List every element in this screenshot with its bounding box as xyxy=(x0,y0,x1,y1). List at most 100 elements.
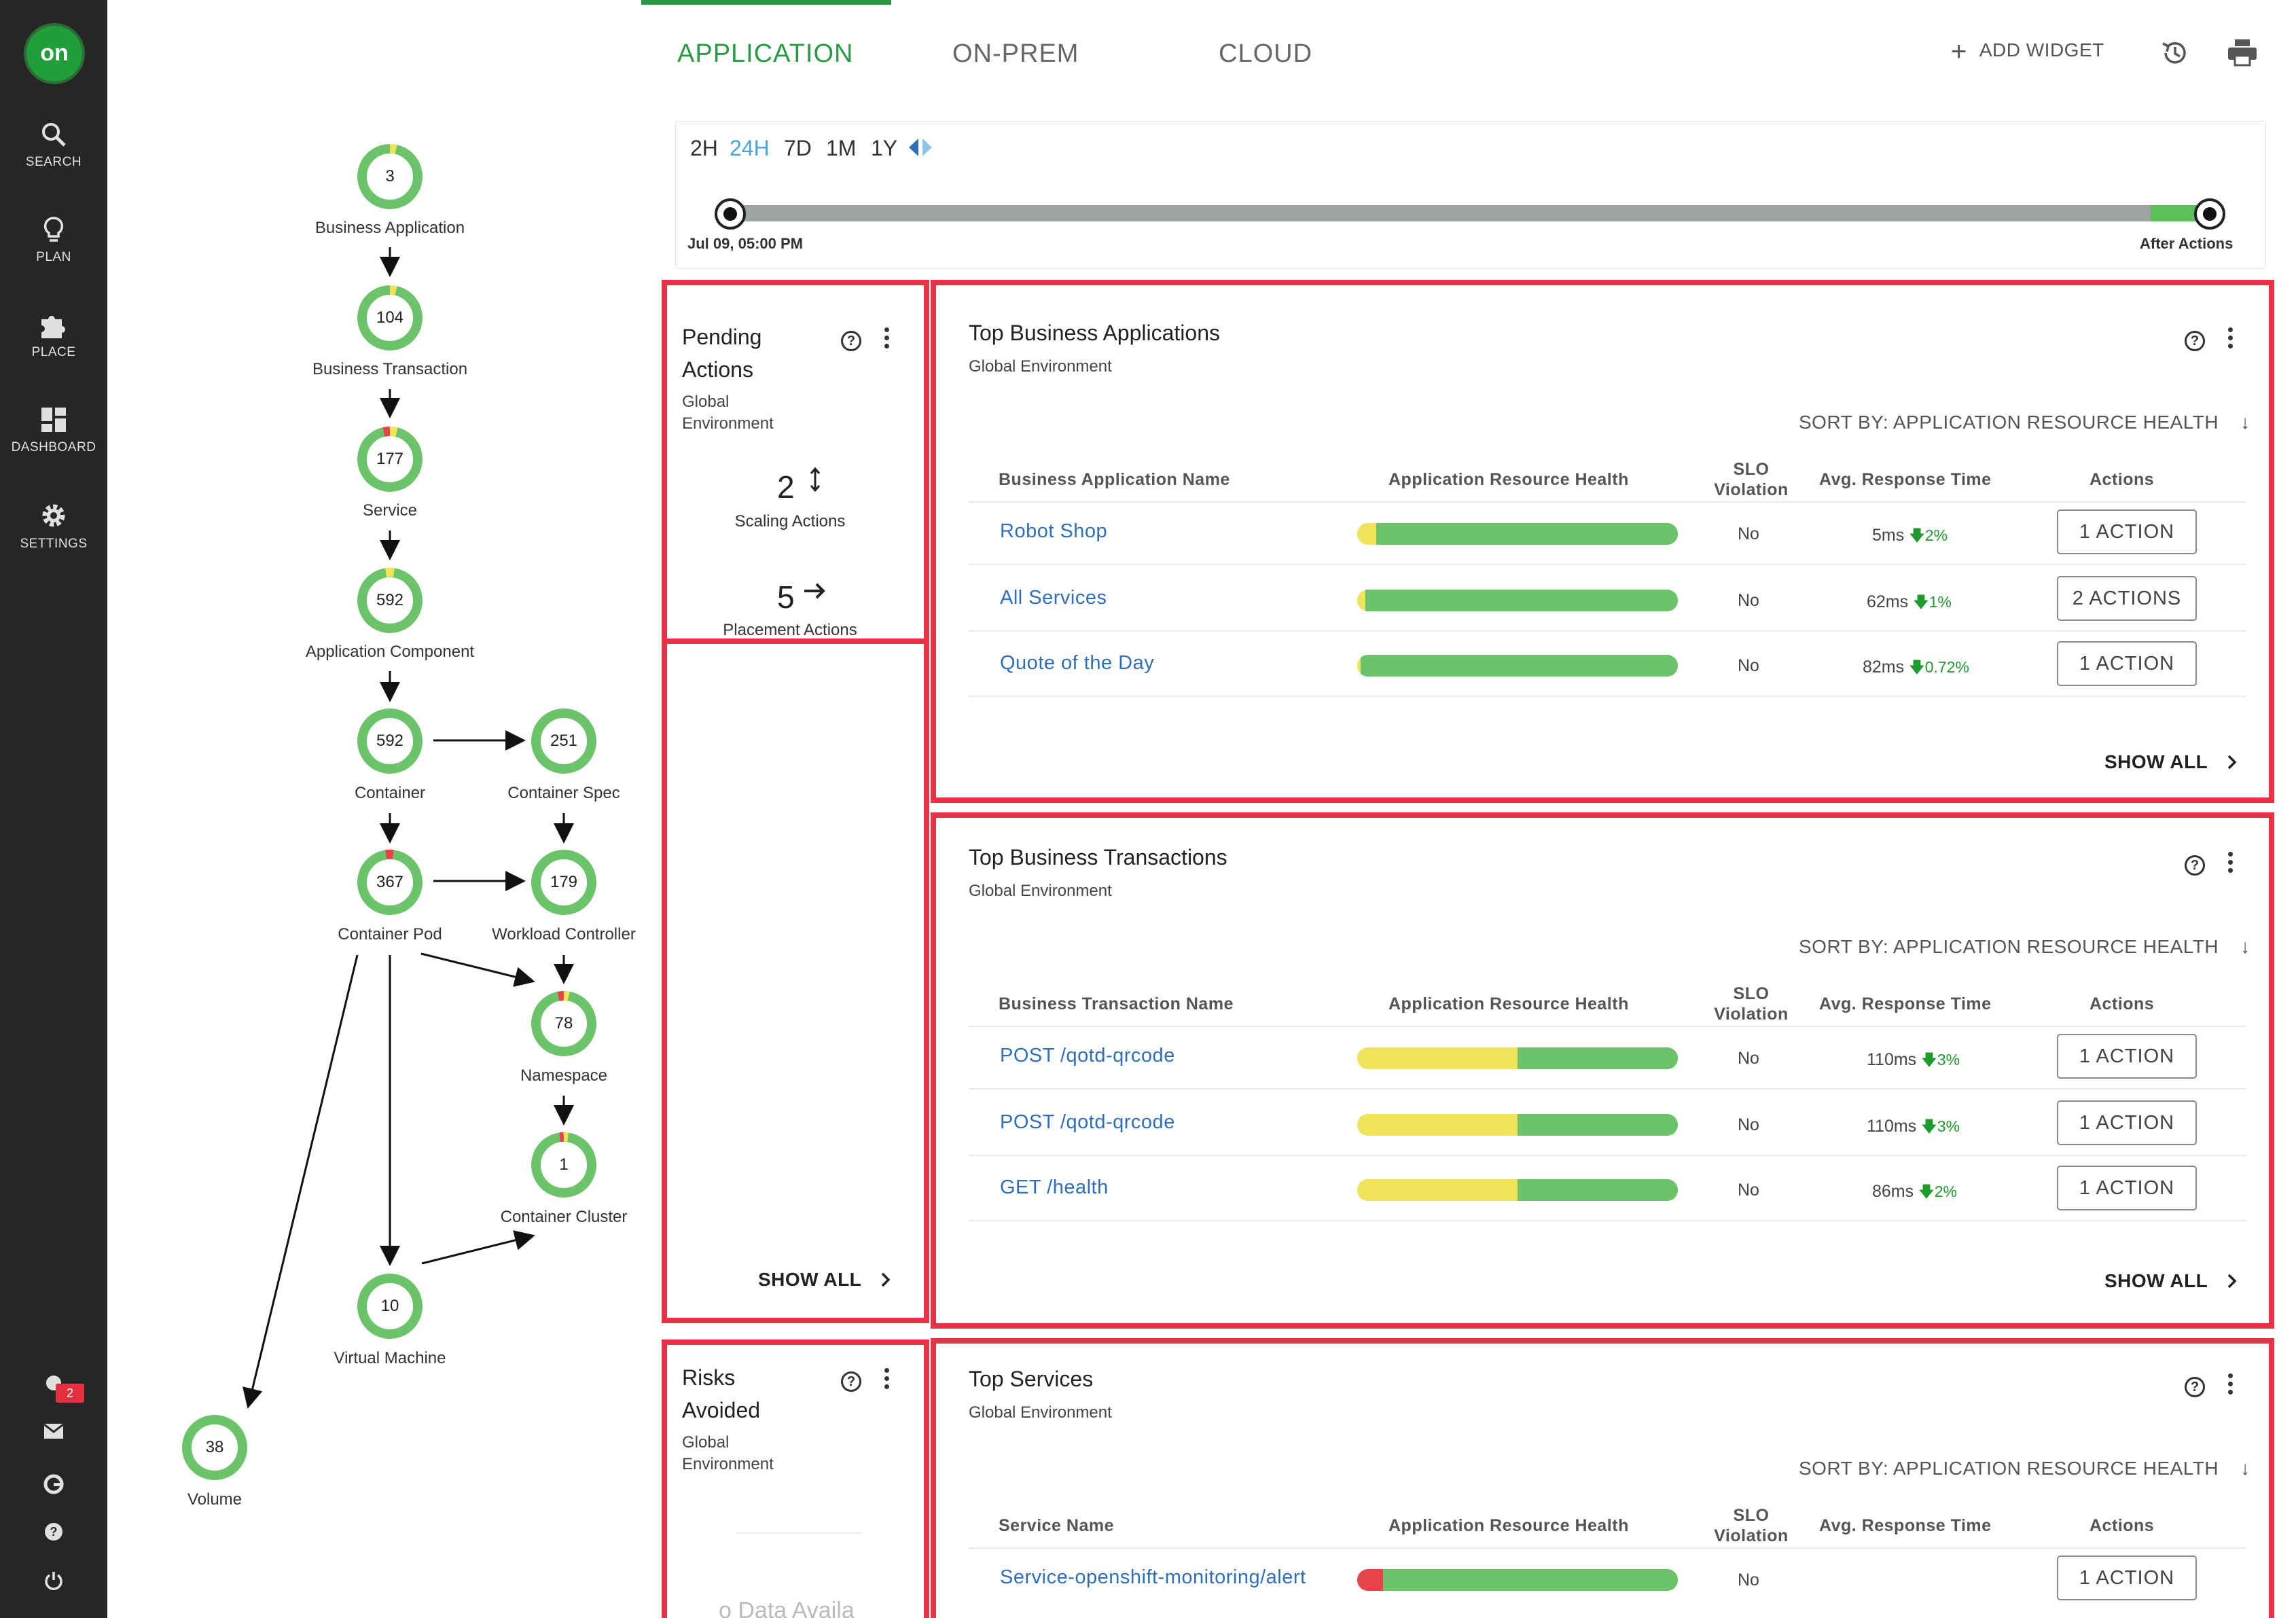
app-logo[interactable]: on xyxy=(26,26,82,82)
action-button[interactable]: 1 ACTION xyxy=(2057,1166,2197,1210)
nav-dashboard[interactable]: DASHBOARD xyxy=(0,406,107,455)
column-header-health[interactable]: Application Resource Health xyxy=(1388,1516,1629,1536)
topology-node-business-transaction[interactable]: 104 xyxy=(356,284,424,352)
column-header-name[interactable]: Service Name xyxy=(999,1516,1114,1536)
time-slider-start-handle[interactable] xyxy=(715,198,746,230)
topology-node-virtual-machine[interactable]: 10 xyxy=(356,1272,424,1340)
help-icon[interactable]: ? xyxy=(2185,855,2205,876)
topology-node-workload-controller[interactable]: 179 xyxy=(530,848,598,916)
response-value: 82ms xyxy=(1863,658,1905,677)
action-button[interactable]: 1 ACTION xyxy=(2057,1556,2197,1600)
trend-value: 2% xyxy=(1924,526,1948,544)
nav-logout[interactable] xyxy=(0,1570,107,1594)
show-all-button[interactable]: SHOW ALL xyxy=(2104,1270,2238,1292)
nav-plan[interactable]: PLAN xyxy=(0,216,107,265)
response-time: 86ms 🡇2% xyxy=(1872,1181,1988,1207)
nav-notifications[interactable] xyxy=(0,1373,107,1397)
health-bar xyxy=(1357,655,1678,677)
nav-search[interactable]: SEARCH xyxy=(0,121,107,170)
risks-avoided-subtitle: Global Environment xyxy=(682,1432,774,1475)
kebab-menu-icon[interactable] xyxy=(2228,327,2234,352)
range-option-7d[interactable]: 7D xyxy=(784,136,812,161)
action-button[interactable]: 1 ACTION xyxy=(2057,509,2197,554)
tab-cloud[interactable]: CLOUD xyxy=(1219,39,1312,69)
range-option-24h[interactable]: 24H xyxy=(730,136,770,161)
show-all-label: SHOW ALL xyxy=(758,1269,861,1290)
action-button[interactable]: 2 ACTIONS xyxy=(2057,576,2197,621)
placement-actions-count[interactable]: 5 xyxy=(777,579,795,615)
topology-node-volume[interactable]: 38 xyxy=(181,1414,249,1481)
kebab-menu-icon[interactable] xyxy=(884,327,890,352)
topology-node-container-spec[interactable]: 251 xyxy=(530,707,598,775)
topology-node-application-component[interactable]: 592 xyxy=(356,567,424,634)
action-button[interactable]: 1 ACTION xyxy=(2057,1100,2197,1145)
sort-dropdown[interactable]: SORT BY: APPLICATION RESOURCE HEALTH ↓ xyxy=(1799,936,2250,958)
transaction-name-link[interactable]: POST /qotd-qrcode xyxy=(1000,1045,1353,1067)
nav-settings[interactable]: SETTINGS xyxy=(0,501,107,552)
action-button[interactable]: 1 ACTION xyxy=(2057,641,2197,686)
nav-place[interactable]: PLACE xyxy=(0,311,107,360)
node-count: 179 xyxy=(550,873,578,891)
help-icon[interactable]: ? xyxy=(841,1371,861,1392)
help-icon[interactable]: ? xyxy=(2185,331,2205,351)
sort-dropdown[interactable]: SORT BY: APPLICATION RESOURCE HEALTH ↓ xyxy=(1799,1458,2250,1479)
scaling-actions-count[interactable]: 2 xyxy=(777,469,795,505)
show-all-button[interactable]: SHOW ALL xyxy=(2104,751,2238,773)
app-name-link[interactable]: All Services xyxy=(1000,587,1353,609)
kebab-menu-icon[interactable] xyxy=(884,1368,890,1392)
supply-chain-topology: 3 Business Application 104 Business Tran… xyxy=(107,0,651,1618)
column-header-slo[interactable]: SLO Violation xyxy=(1710,1505,1792,1546)
kebab-menu-icon[interactable] xyxy=(2228,1373,2234,1398)
range-option-2h[interactable]: 2H xyxy=(690,136,718,161)
column-header-slo[interactable]: SLO Violation xyxy=(1710,984,1792,1024)
column-header-response[interactable]: Avg. Response Time xyxy=(1819,1516,1992,1536)
history-icon[interactable] xyxy=(2160,38,2190,68)
column-header-health[interactable]: Application Resource Health xyxy=(1388,994,1629,1014)
range-option-1m[interactable]: 1M xyxy=(826,136,856,161)
node-count: 592 xyxy=(376,591,404,609)
range-option-1y[interactable]: 1Y xyxy=(871,136,897,161)
nav-help[interactable]: ? xyxy=(0,1522,107,1545)
column-header-name[interactable]: Business Application Name xyxy=(999,470,1230,490)
time-slider-end-handle[interactable] xyxy=(2194,198,2225,230)
topology-node-service[interactable]: 177 xyxy=(356,425,424,493)
time-slider-track[interactable] xyxy=(730,205,2210,221)
help-icon[interactable]: ? xyxy=(2185,1377,2205,1397)
tab-application[interactable]: APPLICATION xyxy=(677,39,853,69)
column-header-name[interactable]: Business Transaction Name xyxy=(999,994,1234,1014)
response-value: 110ms xyxy=(1867,1117,1917,1136)
help-icon[interactable]: ? xyxy=(841,331,861,351)
node-count: 38 xyxy=(205,1438,224,1456)
transaction-name-link[interactable]: GET /health xyxy=(1000,1176,1353,1199)
column-header-health[interactable]: Application Resource Health xyxy=(1388,470,1629,490)
nav-google[interactable] xyxy=(0,1474,107,1498)
column-header-response[interactable]: Avg. Response Time xyxy=(1819,994,1992,1014)
column-header-slo[interactable]: SLO Violation xyxy=(1710,459,1792,500)
topology-node-namespace[interactable]: 78 xyxy=(530,990,598,1058)
transaction-name-link[interactable]: POST /qotd-qrcode xyxy=(1000,1111,1353,1134)
pending-show-all-button[interactable]: SHOW ALL xyxy=(758,1269,891,1291)
service-name-link[interactable]: Service-openshift-monitoring/alert xyxy=(1000,1566,1333,1589)
slo-line2: Violation xyxy=(1714,1526,1789,1545)
kebab-menu-icon[interactable] xyxy=(2228,852,2234,876)
sort-dropdown[interactable]: SORT BY: APPLICATION RESOURCE HEALTH ↓ xyxy=(1799,412,2250,433)
header-divider xyxy=(969,501,2246,503)
topology-node-container-pod[interactable]: 367 xyxy=(356,848,424,916)
dashboard-icon xyxy=(41,408,66,432)
app-name-link[interactable]: Quote of the Day xyxy=(1000,652,1353,675)
app-name-link[interactable]: Robot Shop xyxy=(1000,520,1353,543)
trend-value: 1% xyxy=(1929,593,1952,611)
topology-node-business-application[interactable]: 3 xyxy=(356,143,424,211)
topology-node-container-cluster[interactable]: 1 xyxy=(530,1131,598,1199)
tab-on-prem[interactable]: ON-PREM xyxy=(952,39,1079,69)
column-header-response[interactable]: Avg. Response Time xyxy=(1819,470,1992,490)
risks-title-line2: Avoided xyxy=(682,1398,761,1422)
column-header-actions: Actions xyxy=(2089,1516,2155,1535)
show-all-label: SHOW ALL xyxy=(2104,1270,2208,1291)
nav-mail[interactable] xyxy=(0,1423,107,1443)
topology-node-container[interactable]: 592 xyxy=(356,707,424,775)
add-widget-button[interactable]: + ADD WIDGET xyxy=(1951,38,2104,65)
action-button[interactable]: 1 ACTION xyxy=(2057,1034,2197,1079)
print-icon[interactable] xyxy=(2227,38,2258,67)
range-toggle-icon[interactable] xyxy=(908,137,935,158)
